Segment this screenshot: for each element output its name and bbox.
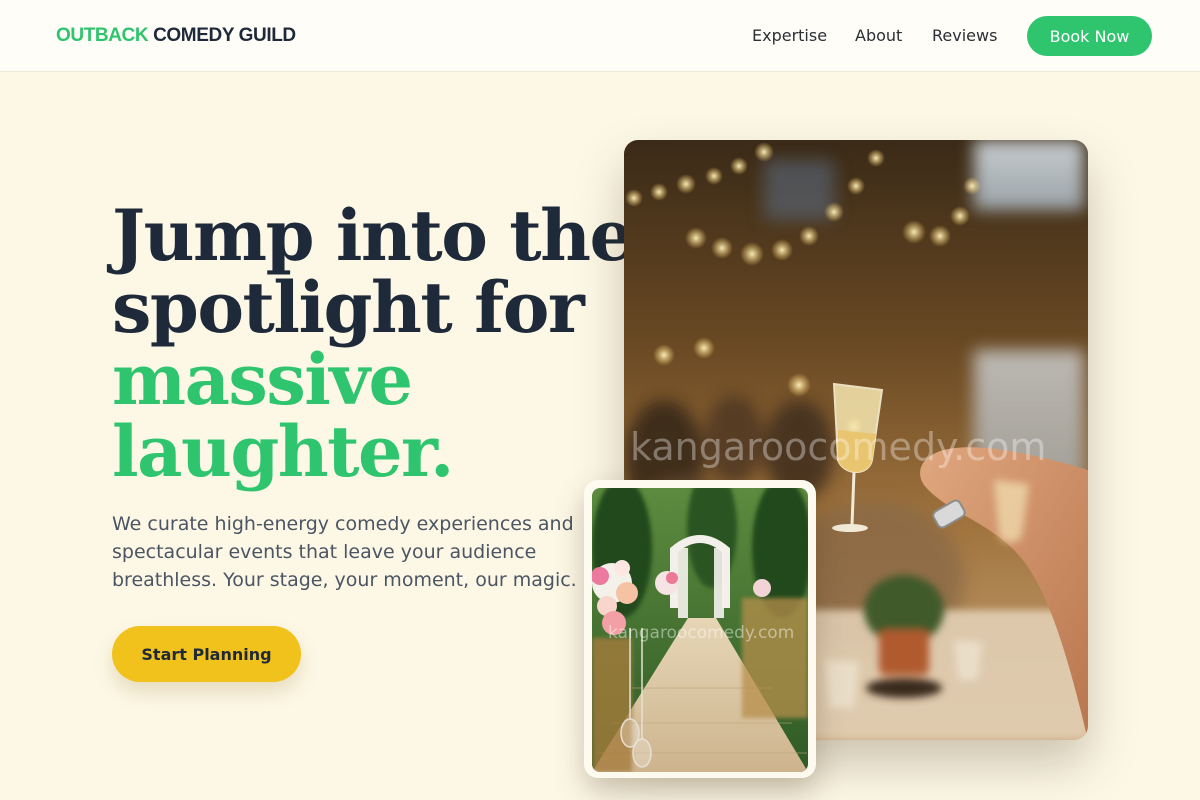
logo-secondary: COMEDY GUILD (153, 25, 296, 46)
site-logo[interactable]: OUTBACK COMEDY GUILD (56, 25, 296, 47)
headline-line-2: spotlight for (112, 266, 585, 349)
main-photo-watermark: kangaroocomedy.com (630, 425, 1046, 469)
nav-link-about[interactable]: About (855, 26, 902, 45)
hero-subtext: We curate high-energy comedy experiences… (112, 513, 577, 591)
headline-accent-2: laughter. (112, 410, 454, 493)
start-planning-button[interactable]: Start Planning (112, 626, 301, 682)
nav-link-reviews[interactable]: Reviews (932, 26, 997, 45)
headline-line-1: Jump into the (112, 194, 634, 277)
logo-primary: OUTBACK (56, 25, 149, 46)
site-header: OUTBACK COMEDY GUILD Expertise About Rev… (0, 0, 1200, 72)
headline-accent-1: massive (112, 338, 413, 421)
wedding-aisle-photo: kangaroocomedy.com (592, 488, 808, 772)
book-now-button[interactable]: Book Now (1027, 16, 1152, 56)
nav-link-expertise[interactable]: Expertise (752, 26, 827, 45)
inset-photo-watermark: kangaroocomedy.com (608, 623, 794, 643)
inset-photo-frame: kangaroocomedy.com (584, 480, 816, 778)
hero-headline: Jump into the spotlight for massive laug… (112, 194, 634, 493)
